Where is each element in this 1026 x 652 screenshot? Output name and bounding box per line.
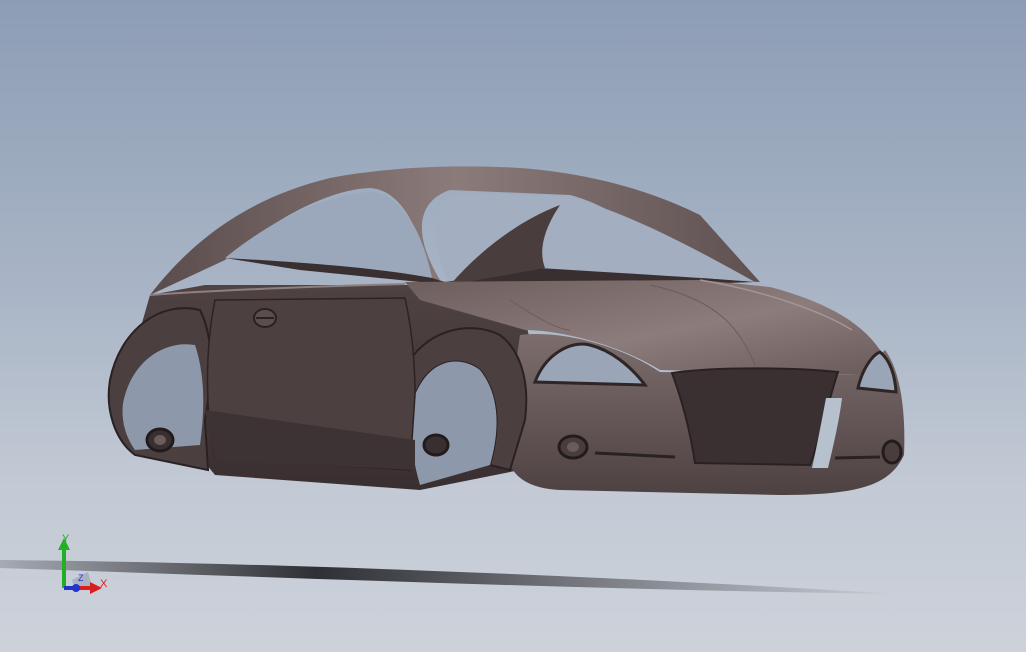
car-grille bbox=[670, 367, 840, 467]
triad-y-label: Y bbox=[62, 533, 70, 545]
car-model-render[interactable] bbox=[0, 0, 1026, 652]
car-front-wheel-well bbox=[410, 361, 497, 485]
car-foglight-right bbox=[881, 439, 903, 465]
car-body bbox=[107, 166, 905, 495]
graphics-viewport[interactable]: Y X Z bbox=[0, 0, 1026, 652]
triad-z-label: Z bbox=[78, 573, 84, 583]
coordinate-triad: Y X Z bbox=[52, 530, 116, 600]
car-exhaust-tip-right bbox=[422, 433, 450, 457]
triad-x-label: X bbox=[100, 578, 108, 590]
ground-shadow bbox=[0, 560, 900, 594]
